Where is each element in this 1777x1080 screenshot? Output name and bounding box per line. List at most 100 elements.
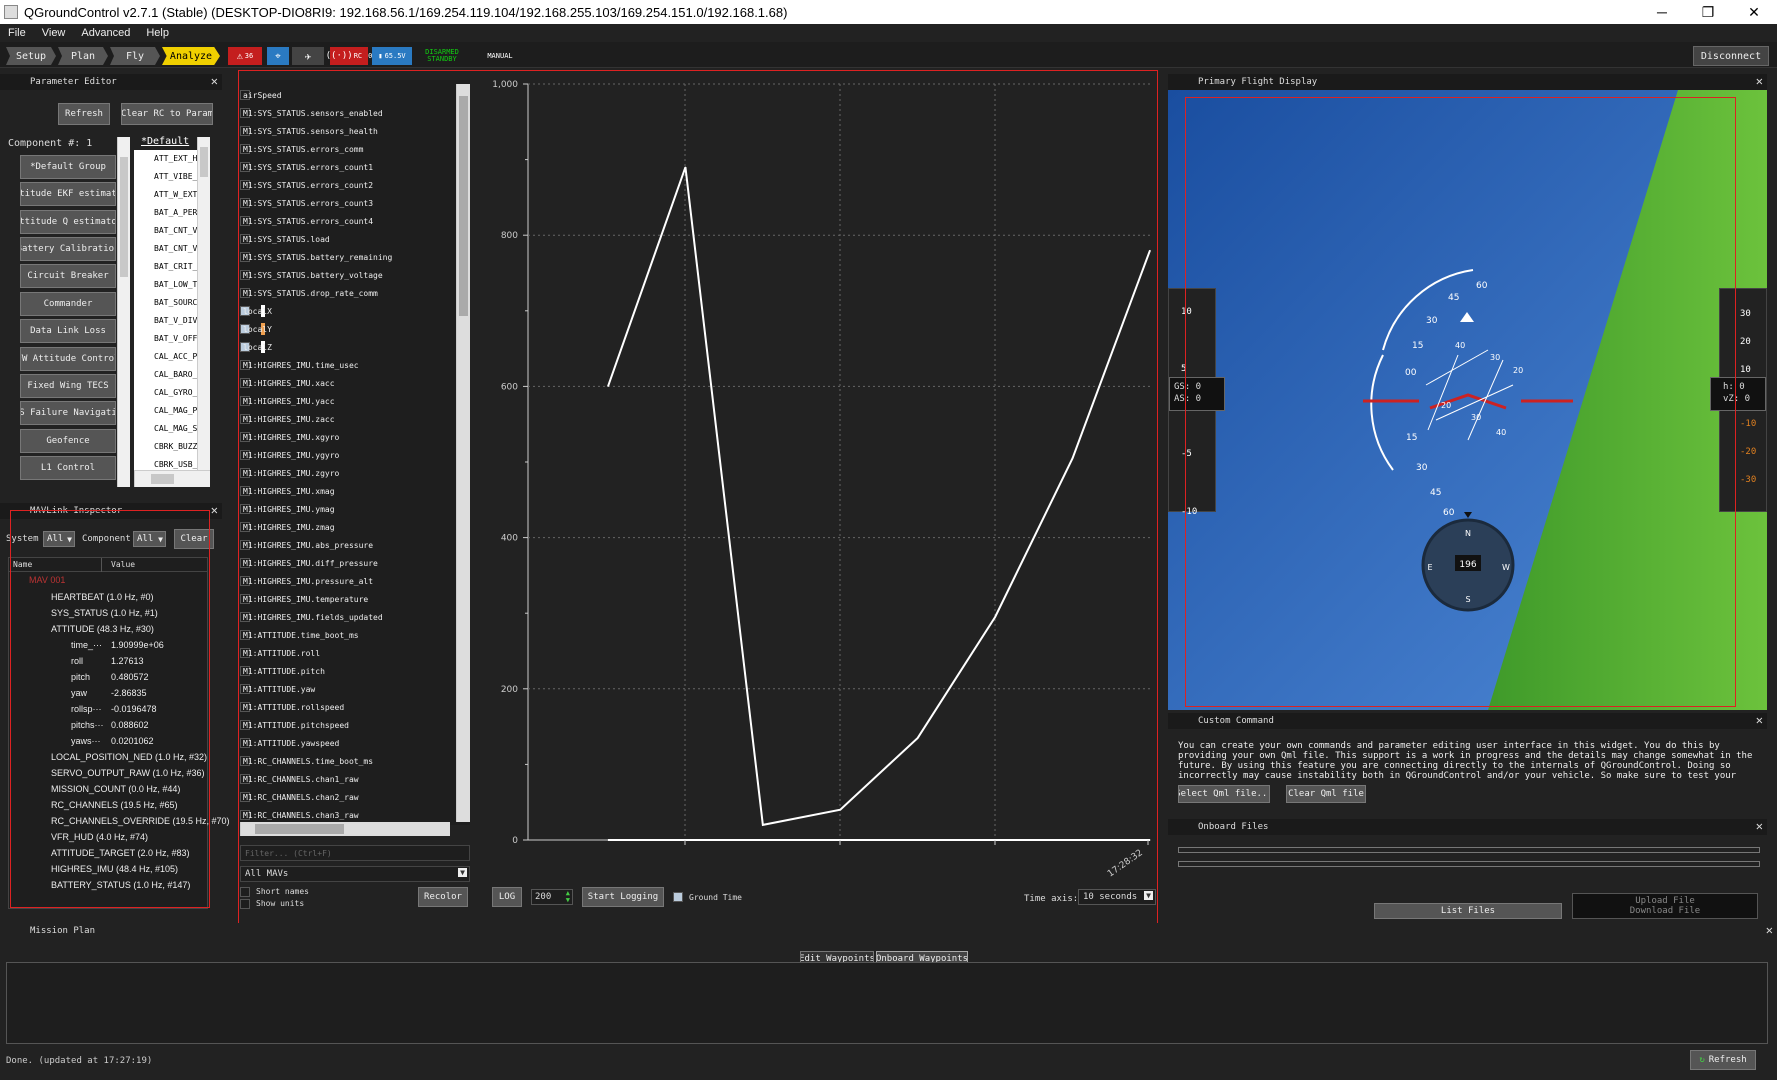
plot-variable-label: M1:ATTITUDE.roll bbox=[243, 649, 321, 658]
parameter-editor-title-text: Parameter Editor bbox=[30, 77, 117, 87]
col-value[interactable]: Value bbox=[111, 560, 135, 569]
select-qml-button[interactable]: Select Qml file... bbox=[1178, 785, 1270, 803]
rate-spinbox[interactable]: 200 ▲ ▼ bbox=[531, 889, 573, 905]
custom-command-text: You can create your own commands and par… bbox=[1178, 741, 1753, 781]
flight-mode[interactable]: MANUAL bbox=[480, 47, 520, 65]
show-units-checkbox[interactable] bbox=[240, 899, 250, 909]
system-label: System bbox=[6, 534, 39, 544]
warning-indicator[interactable]: ⚠ 36 bbox=[228, 47, 262, 65]
close-icon[interactable]: ✕ bbox=[1756, 819, 1763, 833]
time-axis-select[interactable]: 10 seconds ▼ bbox=[1078, 889, 1156, 905]
tree-message[interactable]: VFR_HUD (4.0 Hz, #74) bbox=[51, 832, 148, 842]
param-group-button[interactable]: Attitude EKF estimator bbox=[20, 182, 116, 206]
upload-file-button[interactable]: Upload File bbox=[1635, 896, 1695, 906]
menu-file[interactable]: File bbox=[0, 27, 34, 39]
param-group-button[interactable]: *Default Group bbox=[20, 155, 116, 179]
pitch-scale: 40 30 20 20 30 40 bbox=[1441, 341, 1523, 437]
tree-message[interactable]: HEARTBEAT (1.0 Hz, #0) bbox=[51, 592, 154, 602]
mav-indicator[interactable]: ✈ bbox=[292, 47, 324, 65]
short-names-checkbox[interactable] bbox=[240, 887, 250, 897]
mavlink-tree[interactable]: Name Value MAV 001 HEARTBEAT (1.0 Hz, #0… bbox=[8, 557, 230, 909]
close-icon[interactable]: ✕ bbox=[1756, 713, 1763, 727]
close-icon[interactable]: ✕ bbox=[1756, 74, 1763, 88]
param-list-header[interactable]: *Default bbox=[141, 136, 189, 147]
tree-message[interactable]: HIGHRES_IMU (48.4 Hz, #105) bbox=[51, 864, 178, 874]
param-group-button[interactable]: Attitude Q estimator bbox=[20, 210, 116, 234]
field-value: 0.0201062 bbox=[111, 736, 154, 746]
param-group-button[interactable]: Circuit Breaker bbox=[20, 264, 116, 288]
minimize-button[interactable]: ─ bbox=[1639, 0, 1685, 24]
tree-message[interactable]: BATTERY_STATUS (1.0 Hz, #147) bbox=[51, 880, 190, 890]
param-group-button[interactable]: Geofence bbox=[20, 429, 116, 453]
group-scrollbar[interactable] bbox=[117, 137, 130, 487]
menu-help[interactable]: Help bbox=[138, 27, 177, 39]
tree-message[interactable]: SYS_STATUS (1.0 Hz, #1) bbox=[51, 608, 158, 618]
primary-flight-display[interactable]: N E S W 196 60 45 30 15 00 15 30 45 60 40 30 20 20 3… bbox=[1168, 90, 1767, 710]
data-point bbox=[1072, 457, 1074, 459]
mission-refresh-button[interactable]: ↻ Refresh bbox=[1690, 1050, 1756, 1070]
gps-indicator[interactable]: ⌖ bbox=[267, 47, 289, 65]
plot-variable-label: M1:SYS_STATUS.sensors_enabled bbox=[243, 109, 383, 118]
time-series-plot[interactable]: 1,000 800 600 400 200 0 17:28:32 bbox=[460, 72, 1160, 892]
radio-indicator[interactable]: ((·)) RC 0 bbox=[326, 47, 372, 65]
tree-message[interactable]: LOCAL_POSITION_NED (1.0 Hz, #32) bbox=[51, 752, 207, 762]
param-hscrollbar[interactable] bbox=[134, 470, 210, 487]
tree-message[interactable]: RC_CHANNELS_OVERRIDE (19.5 Hz, #70) bbox=[51, 816, 230, 826]
component-select[interactable]: All ▼ bbox=[133, 531, 166, 547]
menu-advanced[interactable]: Advanced bbox=[73, 27, 138, 39]
param-group-button[interactable]: Commander bbox=[20, 292, 116, 316]
tree-root[interactable]: MAV 001 bbox=[29, 575, 65, 585]
param-refresh-button[interactable]: Refresh bbox=[58, 103, 110, 125]
param-group-button[interactable]: Data Link Loss bbox=[20, 319, 116, 343]
clear-qml-button[interactable]: Clear Qml file bbox=[1286, 785, 1366, 803]
data-point bbox=[839, 809, 841, 811]
clear-inspector-button[interactable]: Clear bbox=[174, 529, 214, 549]
plot-variable-label: M1:SYS_STATUS.errors_comm bbox=[243, 145, 364, 154]
download-file-button[interactable]: Download File bbox=[1630, 906, 1700, 916]
tree-message[interactable]: MISSION_COUNT (0.0 Hz, #44) bbox=[51, 784, 180, 794]
time-axis-label: Time axis: bbox=[1024, 894, 1079, 904]
plot-list-hscrollbar[interactable] bbox=[240, 822, 450, 836]
file-progress-bar bbox=[1178, 847, 1760, 853]
param-group-button[interactable]: GPS Failure Navigation bbox=[20, 401, 116, 425]
start-logging-button[interactable]: Start Logging bbox=[582, 887, 664, 907]
fly-mode-button[interactable]: Fly bbox=[110, 47, 160, 65]
speed-tape: 10 5 -5 -10 GS: 0 AS: 0 bbox=[1168, 288, 1225, 517]
restore-button[interactable]: ❐ bbox=[1685, 0, 1731, 24]
tree-message[interactable]: ATTITUDE (48.3 Hz, #30) bbox=[51, 624, 154, 634]
data-point bbox=[762, 824, 764, 826]
mission-waypoint-area[interactable] bbox=[6, 962, 1768, 1044]
param-group-button[interactable]: Battery Calibration bbox=[20, 237, 116, 261]
compass-s: S bbox=[1465, 595, 1470, 604]
close-icon[interactable]: ✕ bbox=[1766, 923, 1773, 937]
param-scrollbar[interactable] bbox=[197, 137, 210, 470]
disconnect-button[interactable]: Disconnect bbox=[1693, 46, 1769, 66]
plot-filter-input[interactable]: Filter... (Ctrl+F) bbox=[240, 845, 470, 861]
mav-select[interactable]: All MAVs ▼ bbox=[240, 866, 470, 882]
tree-message[interactable]: ATTITUDE_TARGET (2.0 Hz, #83) bbox=[51, 848, 190, 858]
clear-rc-button[interactable]: Clear RC to Param bbox=[121, 103, 213, 125]
system-select[interactable]: All ▼ bbox=[43, 531, 75, 547]
battery-indicator[interactable]: ▮ 65.5V bbox=[372, 47, 412, 65]
onboard-files-title: Onboard Files ✕ bbox=[1168, 819, 1767, 835]
param-group-button[interactable]: Fixed Wing TECS bbox=[20, 374, 116, 398]
tree-message[interactable]: SERVO_OUTPUT_RAW (1.0 Hz, #36) bbox=[51, 768, 205, 778]
plot-variable-label: M1:SYS_STATUS.load bbox=[243, 235, 330, 244]
param-group-button[interactable]: L1 Control bbox=[20, 456, 116, 480]
spin-arrows-icon[interactable]: ▲ ▼ bbox=[566, 890, 570, 904]
col-name[interactable]: Name bbox=[13, 560, 32, 569]
close-icon[interactable]: ✕ bbox=[211, 503, 218, 517]
close-button[interactable]: ✕ bbox=[1731, 0, 1777, 24]
ground-time-checkbox[interactable] bbox=[673, 892, 683, 902]
tree-header: Name Value bbox=[9, 558, 207, 572]
altitude-readout: h: 0 vZ: 0 bbox=[1710, 377, 1766, 411]
plan-mode-button[interactable]: Plan bbox=[58, 47, 108, 65]
log-button[interactable]: LOG bbox=[492, 887, 522, 907]
tree-message[interactable]: RC_CHANNELS (19.5 Hz, #65) bbox=[51, 800, 178, 810]
setup-mode-button[interactable]: Setup bbox=[6, 47, 56, 65]
close-icon[interactable]: ✕ bbox=[211, 74, 218, 88]
param-group-button[interactable]: FW Attitude Control bbox=[20, 347, 116, 371]
menu-view[interactable]: View bbox=[34, 27, 74, 39]
analyze-mode-button[interactable]: Analyze bbox=[162, 47, 220, 65]
list-files-button[interactable]: List Files bbox=[1374, 903, 1562, 919]
